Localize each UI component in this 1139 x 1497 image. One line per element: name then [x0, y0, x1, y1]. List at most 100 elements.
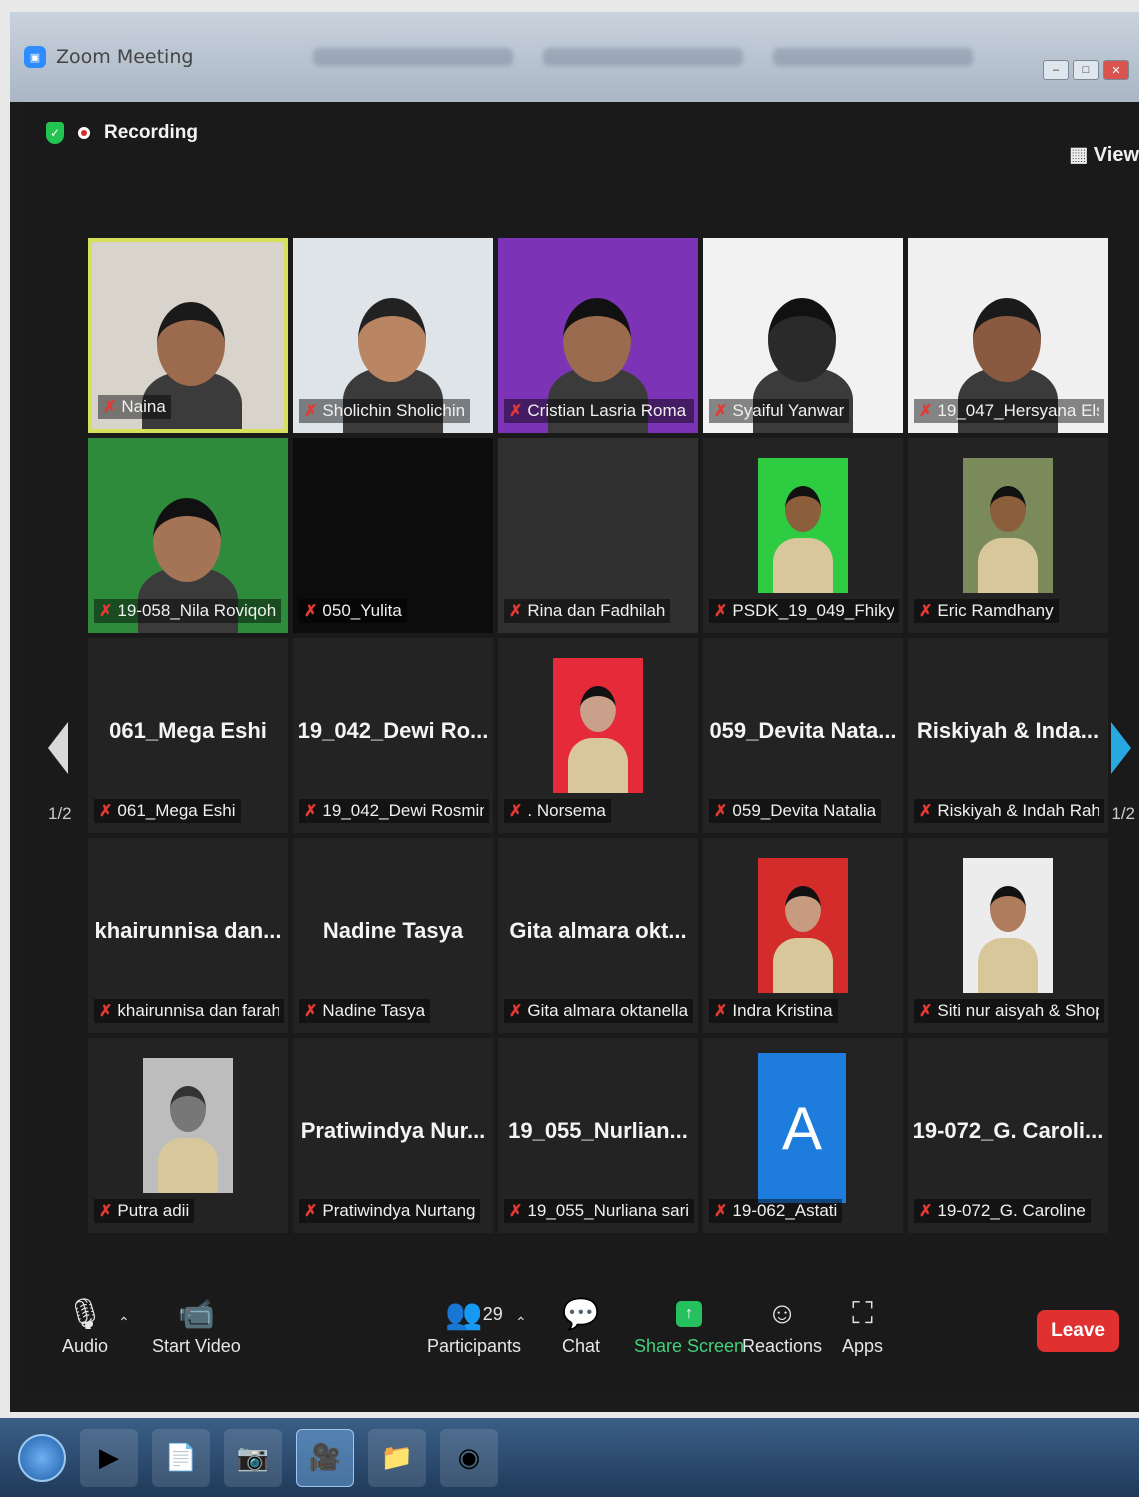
reactions-icon: ☺: [766, 1297, 798, 1330]
start-video-button[interactable]: 📹 Start Video: [152, 1292, 241, 1357]
next-page-control[interactable]: 1/2: [1111, 722, 1135, 824]
participant-name-label: ✗. Norsema: [504, 799, 611, 823]
leave-button[interactable]: Leave: [1037, 1310, 1119, 1352]
participant-tile[interactable]: Pratiwindya Nur... ✗ Pratiwindya Nurtang: [293, 1038, 493, 1233]
participant-tile[interactable]: 19_055_Nurlian... ✗ 19_055_Nurliana sari: [498, 1038, 698, 1233]
participant-tile[interactable]: ✗ Rina dan Fadhilah: [498, 438, 698, 633]
participant-name: 050_Yulita: [322, 601, 402, 620]
participant-tile[interactable]: A ✗ 19-062_Astati: [703, 1038, 903, 1233]
recording-dot-icon: [78, 127, 90, 139]
apps-icon: ⛶: [852, 1297, 874, 1330]
participant-name-label: ✗ Pratiwindya Nurtang: [299, 1199, 481, 1223]
participant-tile[interactable]: ✗PSDK_19_049_Fhiky Bayu...: [703, 438, 903, 633]
participants-label: Participants: [427, 1336, 522, 1356]
mic-muted-icon: ✗: [304, 403, 318, 420]
participant-tile[interactable]: ✗ Syaiful Yanwar: [703, 238, 903, 433]
chrome-icon[interactable]: ◉: [440, 1428, 498, 1487]
mic-muted-icon: ✗: [509, 803, 523, 820]
prev-page-control[interactable]: 1/2: [48, 722, 72, 824]
participant-tile[interactable]: ✗Cristian Lasria Roma Uli ...: [498, 238, 698, 433]
mic-muted-icon: ✗: [304, 1003, 318, 1020]
avatar: A: [758, 1053, 846, 1203]
close-icon[interactable]: ✕: [1103, 60, 1129, 80]
participant-name: Riskiyah & Indah Rahma...: [937, 801, 1099, 820]
encryption-shield-icon[interactable]: ✓: [46, 122, 64, 144]
participant-display-name: 19-072_G. Caroli...: [912, 1118, 1104, 1143]
participant-tile[interactable]: ✗ Putra adii: [88, 1038, 288, 1233]
participant-name: Siti nur aisyah & Shopie ...: [937, 1001, 1099, 1020]
share-screen-button[interactable]: ↑ Share Screen: [634, 1292, 744, 1357]
participant-tile[interactable]: 061_Mega Eshi ✗ 061_Mega Eshi: [88, 638, 288, 833]
video-off-icon: 📹: [177, 1297, 216, 1331]
participant-display-name: Riskiyah & Inda...: [916, 718, 1100, 743]
camera-icon[interactable]: 📷: [224, 1428, 282, 1487]
apps-button[interactable]: ⛶ Apps: [842, 1292, 883, 1357]
start-menu-icon[interactable]: [18, 1433, 66, 1482]
participant-name-label: ✗Siti nur aisyah & Shopie ...: [914, 999, 1104, 1023]
participant-tile[interactable]: ✗ 19-058_Nila Roviqoh: [88, 438, 288, 633]
share-screen-label: Share Screen: [634, 1336, 745, 1356]
participant-tile[interactable]: ✗. Norsema: [498, 638, 698, 833]
reactions-button[interactable]: ☺ Reactions: [742, 1292, 822, 1357]
participant-tile[interactable]: ✗Siti nur aisyah & Shopie ...: [908, 838, 1108, 1033]
minimize-icon[interactable]: –: [1043, 60, 1069, 80]
participant-tile[interactable]: 059_Devita Nata... ✗ 059_Devita Natalia: [703, 638, 903, 833]
participant-name-label: ✗ Syaiful Yanwar: [709, 399, 850, 423]
participant-tile[interactable]: Nadine Tasya ✗ Nadine Tasya: [293, 838, 493, 1033]
participant-display-name: 059_Devita Nata...: [709, 718, 897, 743]
participant-name-label: ✗ Eric Ramdhany: [914, 599, 1059, 623]
documents-icon[interactable]: 📄: [152, 1428, 210, 1487]
prev-page-arrow-icon[interactable]: [48, 722, 68, 774]
view-label: View: [1093, 144, 1139, 166]
participant-tile[interactable]: 19-072_G. Caroli... ✗ 19-072_G. Caroline: [908, 1038, 1108, 1233]
participant-tile[interactable]: ✗ 050_Yulita: [293, 438, 493, 633]
participant-tile[interactable]: ✗ Indra Kristina: [703, 838, 903, 1033]
mic-muted-icon: ✗: [919, 803, 933, 820]
participant-tile[interactable]: ✗ Naina: [88, 238, 288, 433]
next-page-arrow-icon[interactable]: [1111, 722, 1132, 774]
file-explorer-icon[interactable]: 📁: [368, 1428, 426, 1487]
meeting-status-bar: ✓ Recording: [46, 122, 198, 144]
audio-button[interactable]: 🎙 Audio: [62, 1292, 108, 1357]
mic-muted-icon: ✗: [103, 399, 117, 416]
participant-name: Sholichin Sholichin: [322, 401, 466, 420]
participant-tile[interactable]: Gita almara okt... ✗ Gita almara oktanella: [498, 838, 698, 1033]
participant-name-label: ✗ Putra adii: [94, 1199, 195, 1223]
participants-button[interactable]: 👥 29 Participants: [427, 1292, 521, 1357]
participant-tile[interactable]: ✗ Sholichin Sholichin: [293, 238, 493, 433]
participant-name: PSDK_19_049_Fhiky Bayu...: [732, 601, 894, 620]
participant-tile[interactable]: Riskiyah & Inda... ✗Riskiyah & Indah Rahm…: [908, 638, 1108, 833]
audio-options-caret-icon[interactable]: ⌃: [118, 1314, 130, 1331]
participant-video: [553, 658, 643, 793]
participant-name-label: ✗ 19-072_G. Caroline: [914, 1199, 1091, 1223]
mic-muted-icon: ✗: [304, 603, 318, 620]
reactions-label: Reactions: [742, 1336, 823, 1356]
media-player-icon[interactable]: ▶: [80, 1428, 138, 1487]
mic-muted-icon: ✗: [304, 1203, 318, 1220]
participant-name-label: ✗ Naina: [98, 395, 171, 419]
participant-name-label: ✗Cristian Lasria Roma Uli ...: [504, 399, 694, 423]
background-taskbar-tabs: [313, 48, 974, 66]
mic-muted-icon: ✗: [99, 603, 113, 620]
participant-name-label: ✗ Nadine Tasya: [299, 999, 431, 1023]
audio-label: Audio: [62, 1336, 109, 1356]
participant-name-label: ✗ Rina dan Fadhilah: [504, 599, 671, 623]
os-taskbar: ▶ 📄 📷 🎥 📁 ◉: [0, 1418, 1139, 1497]
participant-name-label: ✗ 050_Yulita: [299, 599, 407, 623]
participants-options-caret-icon[interactable]: ⌃: [515, 1314, 527, 1331]
participant-name-label: ✗ 19_055_Nurliana sari: [504, 1199, 694, 1223]
participant-tile[interactable]: khairunnisa dan... ✗ khairunnisa dan farah…: [88, 838, 288, 1033]
maximize-icon[interactable]: □: [1073, 60, 1099, 80]
chat-icon: 💬: [562, 1297, 600, 1331]
window-controls[interactable]: – □ ✕: [1043, 60, 1129, 80]
recording-label[interactable]: Recording: [104, 122, 198, 144]
view-button[interactable]: ▦ View: [1069, 142, 1139, 167]
chat-button[interactable]: 💬 Chat: [562, 1292, 600, 1357]
participant-tile[interactable]: 19_042_Dewi Ro... ✗ 19_042_Dewi Rosmina: [293, 638, 493, 833]
participant-tile[interactable]: ✗ Eric Ramdhany: [908, 438, 1108, 633]
participant-name: 059_Devita Natalia: [732, 801, 877, 820]
participant-tile[interactable]: ✗19_047_Hersyana Elsha: [908, 238, 1108, 433]
zoom-taskbar-icon[interactable]: 🎥: [296, 1428, 354, 1487]
participant-name: 19_047_Hersyana Elsha: [937, 401, 1099, 420]
participant-name-label: ✗ 061_Mega Eshi: [94, 799, 241, 823]
